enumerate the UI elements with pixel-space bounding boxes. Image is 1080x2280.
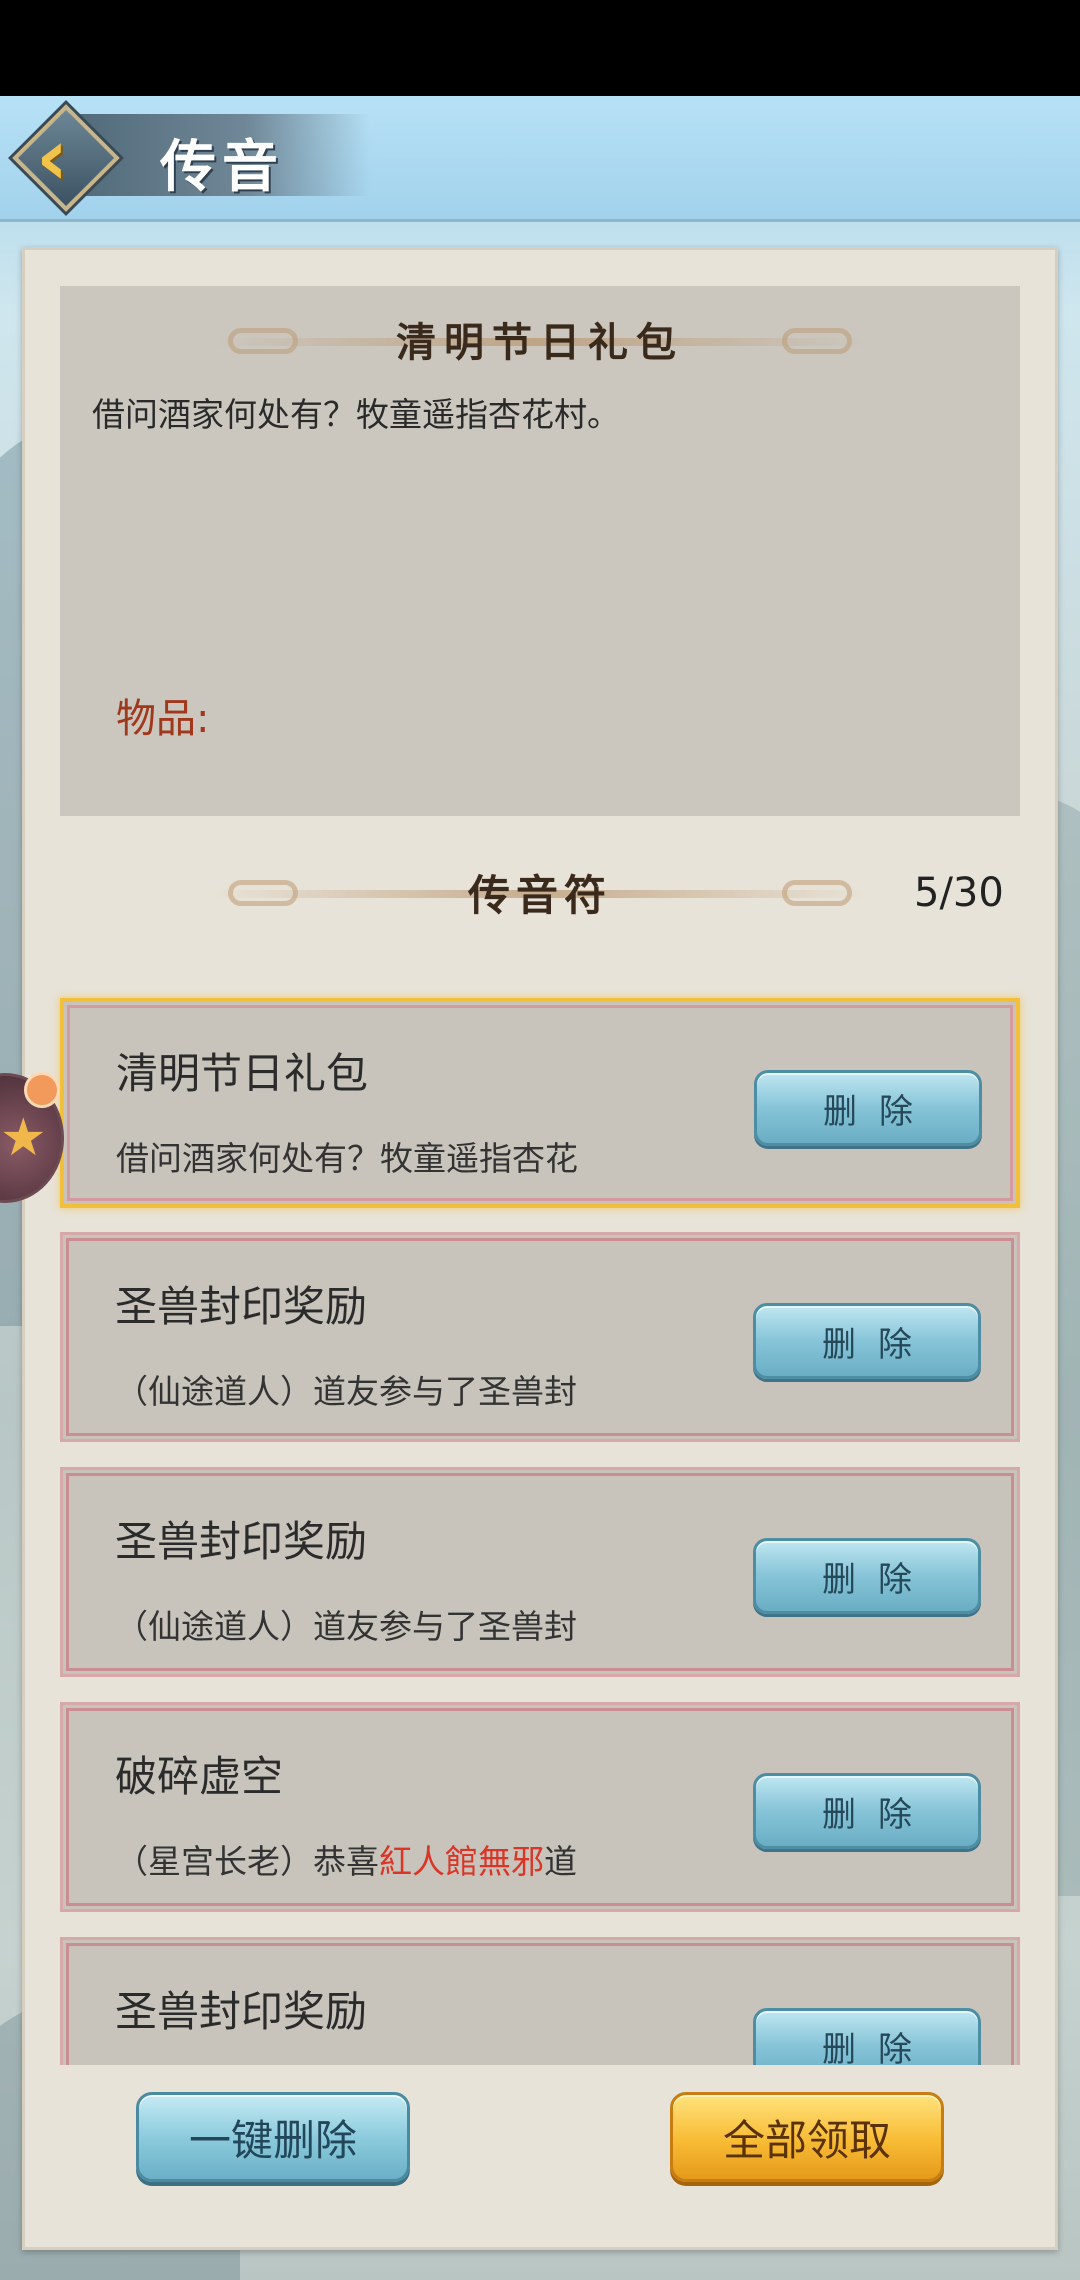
message-title: 清明节日礼包 xyxy=(116,1049,369,1098)
delete-button[interactable]: 删除 xyxy=(753,1303,981,1379)
page-title: 传音 xyxy=(160,134,284,200)
detail-body: 借问酒家何处有？牧童遥指杏花村。 xyxy=(92,395,620,434)
message-item[interactable]: 破碎虚空 （星宫长老）恭喜紅人館無邪道 删除 xyxy=(60,1702,1020,1912)
message-preview: （星宫长老）恭喜紅人館無邪道 xyxy=(115,1835,577,1883)
star-icon: ★ xyxy=(0,1108,47,1168)
message-preview: 借问酒家何处有？牧童遥指杏花 xyxy=(116,1139,578,1178)
message-title: 圣兽封印奖励 xyxy=(115,1282,368,1331)
message-preview-text: 道 xyxy=(544,1842,577,1881)
delete-all-button[interactable]: 一键删除 xyxy=(136,2092,410,2182)
notification-dot xyxy=(24,1072,60,1108)
back-button[interactable]: ‹ xyxy=(12,104,120,212)
delete-button[interactable]: 删除 xyxy=(753,2008,981,2065)
delete-button[interactable]: 删除 xyxy=(753,1538,981,1614)
message-item[interactable]: 圣兽封印奖励 删除 xyxy=(60,1937,1020,2065)
message-title: 圣兽封印奖励 xyxy=(115,1987,368,2036)
delete-button[interactable]: 删除 xyxy=(753,1773,981,1849)
message-count: 5/30 xyxy=(914,870,1004,916)
message-list[interactable]: 清明节日礼包 借问酒家何处有？牧童遥指杏花 删除 圣兽封印奖励 （仙途道人）道友… xyxy=(40,990,1040,2065)
message-preview-text: （星宫长老）恭喜 xyxy=(115,1842,379,1881)
message-item[interactable]: 圣兽封印奖励 （仙途道人）道友参与了圣兽封 删除 xyxy=(60,1232,1020,1442)
items-label: 物品: xyxy=(116,696,210,742)
header-bar: 传音 ‹ xyxy=(0,96,1080,222)
player-name-highlight: 紅人館無邪 xyxy=(379,1842,544,1881)
message-title: 破碎虚空 xyxy=(115,1752,284,1801)
message-item[interactable]: 清明节日礼包 借问酒家何处有？牧童遥指杏花 删除 xyxy=(60,998,1020,1208)
message-preview: （仙途道人）道友参与了圣兽封 xyxy=(115,1607,577,1646)
claim-all-button[interactable]: 全部领取 xyxy=(670,2092,944,2182)
delete-button[interactable]: 删除 xyxy=(754,1070,982,1146)
status-bar xyxy=(0,0,1080,96)
detail-title: 清明节日礼包 xyxy=(396,319,684,366)
message-item[interactable]: 圣兽封印奖励 （仙途道人）道友参与了圣兽封 删除 xyxy=(60,1467,1020,1677)
message-preview: （仙途道人）道友参与了圣兽封 xyxy=(115,1372,577,1411)
chevron-left-icon: ‹ xyxy=(36,113,69,203)
message-title: 圣兽封印奖励 xyxy=(115,1517,368,1566)
